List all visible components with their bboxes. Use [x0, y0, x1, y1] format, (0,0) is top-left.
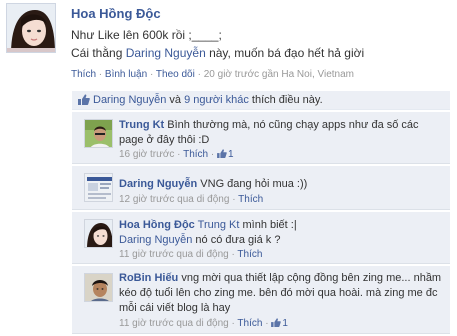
- post-actions: Thích · Bình luận · Theo dõi · 20 giờ tr…: [71, 69, 354, 80]
- post-author[interactable]: Hoa Hồng Độc: [71, 6, 161, 21]
- likes-conjunction: và: [166, 94, 185, 106]
- liker-name-link[interactable]: Daring Nguyễn: [93, 94, 166, 106]
- post-text-suffix: này, muốn bá đạo hết hả giời: [205, 46, 365, 60]
- comment-author[interactable]: Daring Nguyễn: [119, 178, 197, 190]
- post-text-line1: Như Like lên 600k rồi ;____;: [71, 28, 222, 42]
- comment-time[interactable]: 11 giờ trước qua di động: [119, 318, 229, 329]
- comment-time[interactable]: 11 giờ trước qua di động: [119, 249, 229, 260]
- thumbs-up-icon: [78, 94, 90, 105]
- like-link[interactable]: Thích: [71, 69, 96, 80]
- comment-text: Bình thường mà, nó cũng chạy apps như đa…: [119, 119, 419, 146]
- post-time-location[interactable]: 20 giờ trước gần Ha Noi, Vietnam: [204, 69, 354, 80]
- comment-time[interactable]: 12 giờ trước qua di động: [119, 194, 229, 205]
- mention-link[interactable]: Daring Nguyễn: [119, 234, 192, 246]
- comment-meta: 12 giờ trước qua di động · Thích: [119, 194, 264, 205]
- comment-text: nó có đưa giá k ?: [192, 234, 281, 246]
- separator: ·: [197, 69, 201, 80]
- comment: Daring Nguyễn VNG đang hỏi mua :)) 12 gi…: [72, 166, 450, 210]
- separator: ·: [98, 69, 103, 80]
- comment-like-link[interactable]: Thích: [237, 318, 262, 329]
- post-text-prefix: Cái thằng: [71, 46, 126, 60]
- mentioned-user-link[interactable]: Daring Nguyễn: [126, 46, 206, 60]
- comment: RoBin Hiếu vng mời qua thiết lập cộng đồ…: [72, 266, 450, 334]
- thumbs-up-icon: [217, 149, 227, 158]
- comment: Trung Kt Bình thường mà, nó cũng chạy ap…: [72, 112, 450, 164]
- post: Hoa Hồng Độc Như Like lên 600k rồi ;____…: [0, 0, 457, 90]
- mention-link[interactable]: Trung Kt: [198, 219, 240, 231]
- other-likers-link[interactable]: 9 người khác: [184, 94, 249, 106]
- comment-body: Trung Kt Bình thường mà, nó cũng chạy ap…: [119, 118, 444, 148]
- comment-like-link[interactable]: Thích: [238, 194, 263, 205]
- comment-meta: 11 giờ trước qua di động · Thích · 1: [119, 318, 288, 329]
- comment-meta: 16 giờ trước · Thích · 1: [119, 149, 234, 160]
- commenter-avatar[interactable]: [84, 219, 113, 248]
- thumbs-up-icon: [271, 318, 282, 327]
- comment-link[interactable]: Bình luận: [105, 69, 147, 80]
- comment: Hoa Hồng Độc Trung Kt mình biết :| Daring…: [72, 212, 450, 264]
- comment-like-count[interactable]: 1: [228, 149, 234, 160]
- comment-text: mình biết :|: [239, 219, 297, 231]
- comment-like-count[interactable]: 1: [282, 318, 288, 329]
- commenter-avatar[interactable]: [84, 273, 113, 302]
- comment-author[interactable]: Trung Kt: [119, 119, 164, 131]
- comment-meta: 11 giờ trước qua di động · Thích: [119, 249, 263, 260]
- comment-body: Hoa Hồng Độc Trung Kt mình biết :| Daring…: [119, 218, 444, 248]
- separator: ·: [149, 69, 154, 80]
- comment-text: VNG đang hỏi mua :)): [197, 178, 308, 190]
- comment-like-link[interactable]: Thích: [237, 249, 262, 260]
- comment-author[interactable]: RoBin Hiếu: [119, 272, 178, 284]
- likes-bar: Daring Nguyễn và 9 người khác thích điều…: [72, 91, 450, 110]
- comment-body: RoBin Hiếu vng mời qua thiết lập cộng đồ…: [119, 271, 444, 316]
- follow-link[interactable]: Theo dõi: [156, 69, 195, 80]
- comment-body: Daring Nguyễn VNG đang hỏi mua :)): [119, 177, 444, 192]
- comment-like-link[interactable]: Thích: [183, 149, 208, 160]
- comment-author[interactable]: Hoa Hồng Độc: [119, 219, 195, 231]
- author-avatar[interactable]: [6, 3, 56, 53]
- post-text-line2: Cái thằng Daring Nguyễn này, muốn bá đạo…: [71, 46, 364, 60]
- commenter-avatar[interactable]: [84, 119, 113, 148]
- comment-time[interactable]: 16 giờ trước: [119, 149, 174, 160]
- likes-suffix: thích điều này.: [248, 94, 323, 106]
- commenter-avatar[interactable]: [84, 173, 113, 202]
